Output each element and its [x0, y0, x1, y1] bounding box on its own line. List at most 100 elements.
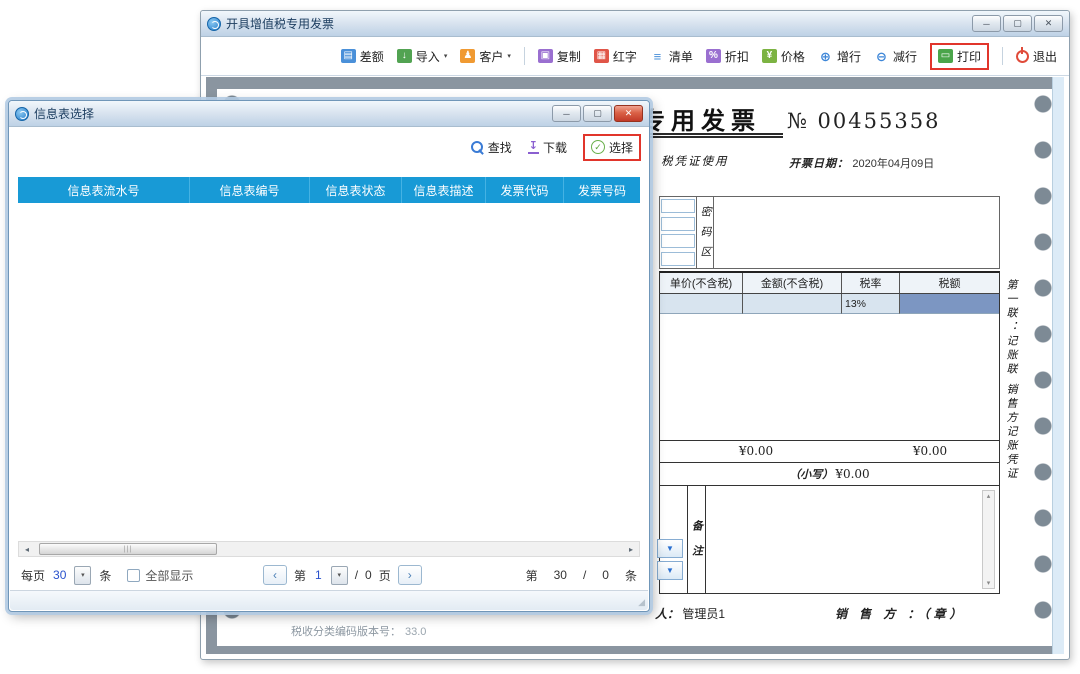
- dialog-maximize-button[interactable]: ▢: [583, 105, 612, 122]
- page-navigator: ‹ 第 1 ▾ / 0 页 ›: [263, 565, 422, 585]
- per-page-unit: 条: [99, 568, 112, 583]
- totals-row: ¥0.00 ¥0.00: [659, 440, 1000, 462]
- select-button[interactable]: ✓ 选择: [590, 139, 633, 156]
- unit-price-cell[interactable]: [660, 294, 743, 314]
- list-button[interactable]: ≡ 清单: [650, 48, 693, 65]
- dialog-pagination: 每页 30 ▾ 条 全部显示 ‹ 第 1 ▾ / 0 页 › 第 30 / 0 …: [21, 561, 637, 589]
- grand-total-row: （小写） ¥0.00: [659, 462, 1000, 486]
- toolbar-divider: [523, 47, 525, 65]
- record-count: 30: [553, 568, 567, 582]
- header-form-status[interactable]: 信息表状态: [310, 177, 402, 203]
- per-page-value[interactable]: 30: [53, 568, 66, 582]
- dialog-titlebar[interactable]: 信息表选择 ─ ▢ ✕: [9, 101, 649, 127]
- red-letter-label: 红字: [612, 49, 637, 64]
- red-letter-button[interactable]: ▦ 红字: [593, 48, 637, 65]
- customer-button[interactable]: ♟ 客户 ▾: [460, 48, 511, 65]
- invoice-window-titlebar[interactable]: 开具增值税专用发票 ─ ▢ ✕: [201, 11, 1069, 37]
- search-button[interactable]: 查找: [470, 139, 512, 156]
- copy-button[interactable]: ▣ 复制: [537, 48, 581, 65]
- items-empty-area: [659, 314, 1000, 440]
- exit-button[interactable]: 退出: [1015, 48, 1057, 65]
- next-page-button[interactable]: ›: [397, 565, 422, 585]
- remarks-label: 备注: [688, 486, 706, 593]
- scroll-right-icon[interactable]: ▸: [625, 545, 637, 554]
- buyer-fields-column: [660, 197, 697, 268]
- col-tax: 税额: [938, 278, 961, 290]
- print-button-highlight: ▭ 打印: [929, 42, 989, 70]
- prev-page-button[interactable]: ‹: [263, 565, 287, 585]
- per-page-dropdown[interactable]: ▾: [74, 565, 92, 585]
- password-area-label: 密码区: [697, 197, 714, 268]
- col-tax-rate: 税率: [842, 273, 900, 293]
- buyer-info-field[interactable]: [661, 216, 695, 231]
- check-circle-icon: ✓: [590, 140, 605, 154]
- remarks-section: 备注 ▴ ▾: [659, 486, 1000, 594]
- remove-row-icon: ⊖: [876, 48, 887, 64]
- right-scroll-strip[interactable]: [1052, 77, 1064, 654]
- version-label: 税收分类编码版本号：: [291, 626, 401, 638]
- print-icon: ▭: [937, 49, 953, 63]
- balance-button[interactable]: ▤ 差额: [340, 48, 384, 65]
- invoice-items-table: 单价(不含税) 金额(不含税) 税率 税额 13% ¥0.00 ¥0.00 （小…: [659, 271, 1000, 594]
- dialog-table-header: 信息表流水号 信息表编号 信息表状态 信息表描述 发票代码 发票号码: [18, 177, 640, 203]
- discount-button[interactable]: % 折扣: [705, 48, 749, 65]
- caret-down-icon: ▼: [666, 544, 674, 553]
- col-unit-price: 单价(不含税): [660, 273, 743, 293]
- remove-row-button[interactable]: ⊖ 减行: [874, 48, 917, 65]
- remarks-textarea[interactable]: ▴ ▾: [706, 486, 999, 593]
- header-form-number[interactable]: 信息表编号: [190, 177, 310, 203]
- horizontal-scrollbar[interactable]: ◂ ||| ▸: [18, 541, 640, 557]
- buyer-info-field[interactable]: [661, 199, 695, 213]
- print-button[interactable]: ▭ 打印: [937, 48, 981, 65]
- invoice-page-down-button-2[interactable]: ▼: [657, 561, 683, 580]
- import-button[interactable]: ↓ 导入 ▾: [396, 48, 447, 65]
- scroll-up-icon[interactable]: ▴: [987, 492, 991, 500]
- maximize-button[interactable]: ▢: [1003, 15, 1032, 32]
- tax-rate-cell[interactable]: 13%: [842, 294, 900, 314]
- issuer-value: 管理员1: [682, 607, 726, 621]
- search-icon: [470, 140, 484, 154]
- invoice-copy-label: 第一联：记账联 销售方记账凭证: [1005, 279, 1018, 482]
- page-dropdown[interactable]: ▾: [330, 565, 348, 585]
- add-row-button[interactable]: ⊕ 增行: [818, 48, 861, 65]
- record-unit: 条: [624, 568, 637, 583]
- invoice-date-line: 开票日期： 2020年04月09日: [789, 155, 934, 171]
- header-invoice-number[interactable]: 发票号码: [564, 177, 640, 203]
- dialog-close-button[interactable]: ✕: [614, 105, 643, 122]
- red-letter-icon: ▦: [593, 49, 609, 63]
- scroll-down-icon[interactable]: ▾: [987, 579, 991, 587]
- minimize-button[interactable]: ─: [972, 15, 1001, 32]
- dialog-table-body: [18, 203, 640, 537]
- header-invoice-code[interactable]: 发票代码: [486, 177, 564, 203]
- dialog-toolbar: 查找 ↧ 下载 ✓ 选择: [9, 127, 649, 167]
- tax-cell-selected[interactable]: [900, 294, 999, 314]
- page-label: 第: [294, 568, 307, 583]
- buyer-info-field[interactable]: [661, 234, 695, 249]
- discount-icon: %: [705, 49, 721, 63]
- invoice-page-down-button[interactable]: ▼: [657, 539, 683, 558]
- caret-down-icon: ▼: [666, 566, 674, 575]
- invoice-number: № 00455358: [787, 109, 941, 133]
- balance-label: 差额: [359, 49, 384, 64]
- amount-cell[interactable]: [743, 294, 842, 314]
- invoice-date-value: 2020年04月09日: [852, 158, 935, 170]
- buyer-info-field[interactable]: [661, 251, 695, 266]
- invoice-date-label: 开票日期：: [789, 157, 849, 170]
- scroll-left-icon[interactable]: ◂: [21, 545, 33, 554]
- price-button[interactable]: ¥ 价格: [761, 48, 805, 65]
- remarks-scrollbar[interactable]: ▴ ▾: [982, 490, 995, 589]
- resize-grip[interactable]: ◢: [638, 597, 645, 608]
- add-row-label: 增行: [836, 49, 861, 64]
- seller-stamp-label: 销 售 方 ：（章）: [835, 607, 966, 621]
- download-button[interactable]: ↧ 下载: [527, 139, 567, 156]
- show-all-checkbox[interactable]: [127, 568, 141, 582]
- record-divider: /: [582, 568, 587, 582]
- record-label: 第: [525, 568, 538, 583]
- dialog-minimize-button[interactable]: ─: [552, 105, 581, 122]
- issuer-label: 人：: [655, 607, 680, 621]
- close-button[interactable]: ✕: [1034, 15, 1063, 32]
- scrollbar-thumb[interactable]: |||: [39, 543, 217, 555]
- header-serial-number[interactable]: 信息表流水号: [18, 177, 190, 203]
- current-page-value: 1: [315, 568, 322, 582]
- header-form-description[interactable]: 信息表描述: [402, 177, 486, 203]
